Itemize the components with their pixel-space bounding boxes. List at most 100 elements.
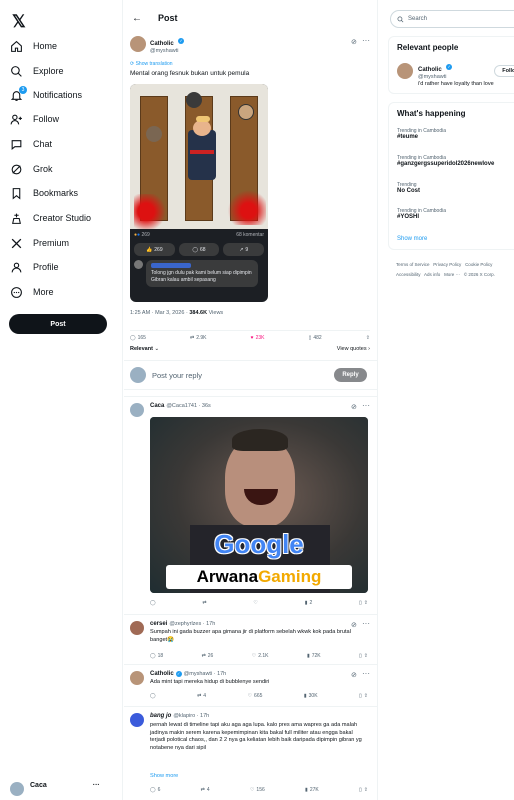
tweet-time[interactable]: 1:25 AM · Mar 3, 2026 <box>130 310 184 316</box>
footer-link[interactable]: Accessibility <box>396 272 421 277</box>
nav-item-chat[interactable]: Chat <box>10 134 52 154</box>
show-more-link[interactable]: Show more <box>397 236 427 242</box>
reply-tweet[interactable]: bang jo @klapiro · 17h pernah lewat di t… <box>124 706 377 800</box>
grok-icon[interactable]: ⊘ <box>351 621 357 629</box>
bookmark-button[interactable]: ▯ ⇪ <box>359 693 368 699</box>
avatar[interactable] <box>130 713 144 727</box>
views-button[interactable]: ▮ 72K <box>307 653 321 659</box>
retweet-button[interactable]: ⇄ 2.9K <box>190 335 207 341</box>
nav-item-follow[interactable]: Follow <box>10 109 59 129</box>
bookmark-button[interactable]: ▯ ⇪ <box>359 787 368 793</box>
avatar[interactable] <box>130 621 144 635</box>
author-name[interactable]: Catholic <box>150 41 174 47</box>
reply-author-name[interactable]: cersei <box>150 621 167 627</box>
nav-item-home[interactable]: Home <box>10 36 57 56</box>
relevant-sort[interactable]: Relevant ⌄ <box>130 346 159 352</box>
nav-item-grok[interactable]: Grok <box>10 159 53 179</box>
like-button[interactable]: ♡ 665 <box>248 693 263 699</box>
footer-link[interactable]: Cookie Policy <box>465 262 492 267</box>
reply-button[interactable]: ◯ 165 <box>130 335 146 341</box>
person-handle[interactable]: @myshawti <box>418 74 494 81</box>
footer-link[interactable]: Terms of Service <box>396 262 430 267</box>
share-button[interactable]: ⇪ <box>366 335 370 341</box>
tweet-media-image[interactable]: ●● 269 68 komentar 👍 269 ◯ 68 ↗ 9 Tolong jg… <box>130 84 268 302</box>
search-input[interactable]: Search <box>390 10 514 28</box>
back-arrow-icon[interactable]: ← <box>132 13 142 24</box>
retweet-button[interactable]: ⇄ 4 <box>197 693 206 699</box>
reply-author-handle[interactable]: @zephyrlzes · 17h <box>169 621 215 627</box>
view-quotes-link[interactable]: View quotes › <box>337 346 370 352</box>
account-switcher[interactable]: Caca ··· <box>10 782 100 796</box>
tweet-text: Mental orang fesnuk bukan untuk pemula <box>130 70 250 77</box>
more-options-icon[interactable]: ··· <box>362 619 370 628</box>
reply-button[interactable]: ◯ 18 <box>150 653 163 659</box>
bookmark-count: 482 <box>313 335 322 341</box>
reply-author-handle[interactable]: @klapiro · 17h <box>173 713 209 719</box>
show-more-link[interactable]: Show more <box>150 773 178 779</box>
avatar[interactable] <box>397 63 413 79</box>
more-options-icon[interactable]: ··· <box>362 669 370 678</box>
reply-input[interactable]: Post your reply <box>152 371 202 380</box>
reply-tweet[interactable]: Catholic ✓ @myshawti · 17h ⊘ ··· Ada min… <box>124 664 377 706</box>
trend-item[interactable]: Trending in Cambodia #YOSHI <box>397 208 446 220</box>
reply-author-name[interactable]: Catholic <box>150 671 174 677</box>
more-options-icon[interactable]: ··· <box>362 401 370 410</box>
avatar[interactable] <box>130 403 144 417</box>
footer-link[interactable]: Privacy Policy <box>433 262 461 267</box>
like-button[interactable]: ♥ 23K <box>251 335 265 341</box>
relevant-label: Relevant <box>130 346 153 352</box>
views-button[interactable]: ▮ 30K <box>304 693 318 699</box>
grok-icon[interactable]: ⊘ <box>351 403 357 411</box>
bookmark-button[interactable]: ▯ ⇪ <box>359 653 368 659</box>
more-options-icon[interactable]: ··· <box>362 36 370 45</box>
avatar[interactable] <box>130 36 146 52</box>
nav-item-premium[interactable]: Premium <box>10 233 69 253</box>
person-name[interactable]: Catholic <box>418 67 442 73</box>
x-logo-icon[interactable]: 𝕏 <box>12 12 26 32</box>
footer-link[interactable]: More ··· <box>444 272 460 277</box>
nav-item-more[interactable]: More <box>10 282 54 302</box>
nav-item-creator-studio[interactable]: Creator Studio <box>10 208 91 228</box>
reply-author-name[interactable]: Caca <box>150 403 164 409</box>
retweet-button[interactable]: ⇄ 4 <box>201 787 210 793</box>
retweet-icon: ⇄ <box>200 787 205 793</box>
reply-tweet[interactable]: cersei @zephyrlzes · 17h ⊘ ··· Sumpah in… <box>124 614 377 664</box>
show-translation-link[interactable]: ⟳ Show translation <box>130 61 173 67</box>
reply-submit-button[interactable]: Reply <box>334 368 367 382</box>
nav-item-explore[interactable]: Explore <box>10 61 64 81</box>
bookmark-button[interactable]: ▯ 482 <box>309 335 322 341</box>
right-sidebar: Search Relevant people Catholic ✓ @mysha… <box>380 0 514 800</box>
retweet-button[interactable]: ⇄ <box>202 600 206 606</box>
author-handle[interactable]: @myshawti <box>150 48 184 55</box>
reply-author-name[interactable]: bang jo <box>150 713 171 719</box>
grok-icon[interactable]: ⊘ <box>351 38 357 46</box>
footer-link[interactable]: Ads info <box>424 272 440 277</box>
reply-author-handle[interactable]: @Caca1741 · 36s <box>166 403 210 409</box>
like-button[interactable]: ♡ 156 <box>250 787 265 793</box>
nav-item-bookmarks[interactable]: Bookmarks <box>10 183 78 203</box>
bookmark-button[interactable]: ▯ ⇪ <box>359 600 368 606</box>
views-button[interactable]: ▮ 2 <box>305 600 313 606</box>
post-header: ← Post <box>124 0 377 36</box>
reply-button[interactable]: ◯ <box>150 600 156 606</box>
reply-tweet[interactable]: Caca @Caca1741 · 36s ⊘ ··· Google Arwana… <box>124 396 377 614</box>
like-button[interactable]: ♡ <box>253 600 257 606</box>
avatar <box>134 260 143 269</box>
main-column: ← Post Catholic ✓ @myshawti ⊘ ··· ⟳ Show… <box>124 0 378 800</box>
reply-author-handle[interactable]: @myshawti · 17h <box>184 671 227 677</box>
like-button[interactable]: ♡ 2.1K <box>252 653 269 659</box>
reply-media-image[interactable]: Google ArwanaGaming <box>150 417 368 593</box>
avatar[interactable] <box>130 671 144 685</box>
nav-item-profile[interactable]: Profile <box>10 257 59 277</box>
nav-item-notifications[interactable]: 3 Notifications <box>10 85 82 105</box>
retweet-button[interactable]: ⇄ 26 <box>202 653 214 659</box>
trend-item[interactable]: Trending in Cambodia #teume <box>397 128 446 140</box>
trend-item[interactable]: Trending No Cost <box>397 182 420 194</box>
grok-icon[interactable]: ⊘ <box>351 671 357 679</box>
reply-button[interactable]: ◯ 6 <box>150 787 160 793</box>
views-button[interactable]: ▮ 27K <box>305 787 319 793</box>
follow-button[interactable]: Follow <box>494 65 514 77</box>
trend-item[interactable]: Trending in Cambodia #ganzgergssuperidol… <box>397 155 494 167</box>
reply-button[interactable]: ◯ <box>150 693 156 699</box>
post-button[interactable]: Post <box>9 314 107 334</box>
